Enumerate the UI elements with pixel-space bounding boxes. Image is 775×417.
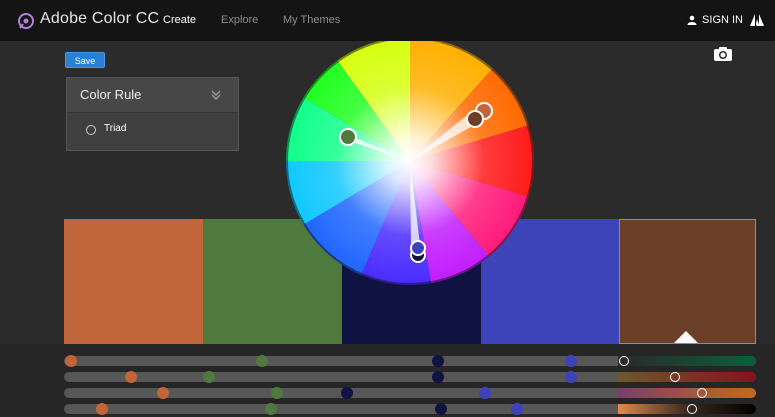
slider-knob[interactable] xyxy=(435,403,447,415)
wheel-handle-5[interactable] xyxy=(466,110,484,128)
slider-knob[interactable] xyxy=(565,355,577,367)
slider-knob[interactable] xyxy=(203,371,215,383)
brand-title[interactable]: Adobe Color CC xyxy=(40,10,159,28)
user-icon xyxy=(687,15,697,25)
slider-knob[interactable] xyxy=(157,387,169,399)
swatch-5-selected[interactable] xyxy=(619,219,756,344)
slider-gradient-2 xyxy=(618,372,756,382)
nav-create[interactable]: Create xyxy=(163,14,196,26)
slider-knob[interactable] xyxy=(511,403,523,415)
triad-option-label[interactable]: Triad xyxy=(104,123,126,134)
wheel-handle-4[interactable] xyxy=(410,240,426,256)
nav-explore[interactable]: Explore xyxy=(221,14,258,26)
color-rule-header[interactable]: Color Rule xyxy=(67,78,238,113)
adobe-icon[interactable] xyxy=(749,12,765,28)
slider-panel xyxy=(0,344,775,417)
wheel-handle-2[interactable] xyxy=(339,128,357,146)
sign-in-label: SIGN IN xyxy=(702,14,743,26)
triad-radio[interactable] xyxy=(86,125,96,135)
selected-swatch-indicator xyxy=(674,331,698,343)
slider-knob[interactable] xyxy=(432,371,444,383)
slider-gradient-1 xyxy=(618,356,756,366)
slider-knob-selected[interactable] xyxy=(670,372,680,382)
slider-knob[interactable] xyxy=(565,371,577,383)
color-rule-panel: Color Rule Triad xyxy=(66,77,239,151)
slider-knob[interactable] xyxy=(271,387,283,399)
slider-knob[interactable] xyxy=(265,403,277,415)
color-rule-title: Color Rule xyxy=(80,87,142,102)
slider-knob-selected[interactable] xyxy=(687,404,697,414)
color-wheel[interactable] xyxy=(286,37,548,291)
slider-knob[interactable] xyxy=(256,355,268,367)
slider-knob[interactable] xyxy=(65,355,77,367)
slider-knob[interactable] xyxy=(96,403,108,415)
double-chevron-down-icon[interactable] xyxy=(210,89,222,101)
slider-knob-selected[interactable] xyxy=(697,388,707,398)
slider-knob[interactable] xyxy=(125,371,137,383)
camera-icon[interactable] xyxy=(713,46,733,62)
slider-gradient-3 xyxy=(618,388,756,398)
nav-my-themes[interactable]: My Themes xyxy=(283,14,340,26)
slider-knob[interactable] xyxy=(432,355,444,367)
slider-knob[interactable] xyxy=(479,387,491,399)
save-button[interactable]: Save xyxy=(65,52,105,68)
top-bar: Adobe Color CC Create Explore My Themes … xyxy=(0,0,775,41)
slider-knob[interactable] xyxy=(341,387,353,399)
sign-in-button[interactable]: SIGN IN xyxy=(687,14,743,26)
swatch-1[interactable] xyxy=(64,219,203,344)
slider-knob-selected[interactable] xyxy=(619,356,629,366)
adobe-color-logo-icon[interactable] xyxy=(17,12,35,30)
